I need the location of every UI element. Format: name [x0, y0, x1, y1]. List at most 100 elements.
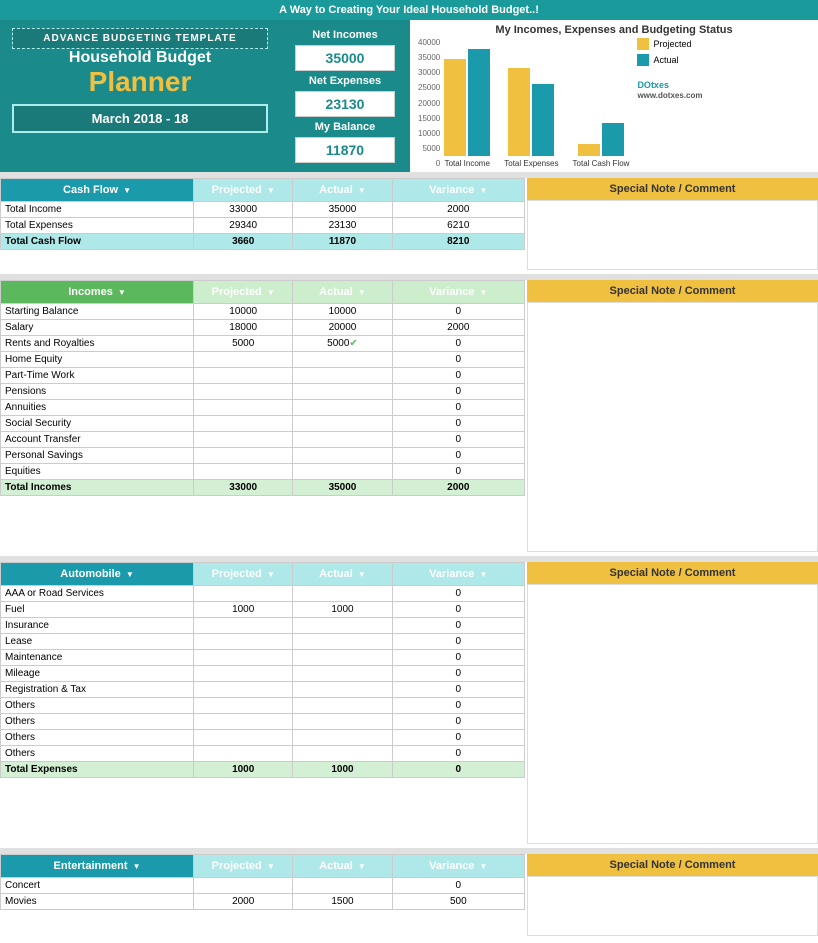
automobile-row: Registration & Tax 0: [1, 682, 525, 698]
automobile-projected-header[interactable]: Projected ▼: [194, 563, 293, 586]
cashflow-projected-2: 3660: [194, 234, 293, 250]
automobile-dropdown[interactable]: ▼: [126, 570, 134, 579]
incomes-variance-3: 0: [392, 352, 524, 368]
incomes-name-5: Pensions: [1, 384, 194, 400]
incomes-proj-dropdown[interactable]: ▼: [267, 288, 275, 297]
entertainment-variance-dropdown[interactable]: ▼: [480, 862, 488, 871]
incomes-variance-0: 0: [392, 304, 524, 320]
auto-actual-1: 1000: [293, 602, 392, 618]
incomes-name-7: Social Security: [1, 416, 194, 432]
incomes-name-6: Annuities: [1, 400, 194, 416]
auto-actual-3: [293, 634, 392, 650]
incomes-row: Equities 0: [1, 464, 525, 480]
ent-actual-1: 1500: [293, 894, 392, 910]
auto-total-actual: 1000: [293, 762, 392, 778]
cashflow-variance-dropdown[interactable]: ▼: [480, 186, 488, 195]
entertainment-section-header[interactable]: Entertainment ▼: [1, 855, 194, 878]
auto-variance-1: 0: [392, 602, 524, 618]
cashflow-section-header[interactable]: Cash Flow ▼: [1, 179, 194, 202]
entertainment-tbody: Concert 0 Movies 2000 1500 500: [1, 878, 525, 910]
incomes-section-header[interactable]: Incomes ▼: [1, 281, 194, 304]
incomes-row: Social Security 0: [1, 416, 525, 432]
chart-group-expenses: Total Expenses: [504, 68, 558, 168]
incomes-actual-7: [293, 416, 392, 432]
incomes-row: Part-Time Work 0: [1, 368, 525, 384]
incomes-actual-4: [293, 368, 392, 384]
incomes-name-10: Equities: [1, 464, 194, 480]
auto-variance-2: 0: [392, 618, 524, 634]
cashflow-table-section: Cash Flow ▼ Projected ▼ Actual ▼ Varianc…: [0, 178, 525, 270]
auto-variance-5: 0: [392, 666, 524, 682]
cashflow-actual-0: 35000: [293, 202, 392, 218]
incomes-projected-0: 10000: [194, 304, 293, 320]
cashflow-dropdown[interactable]: ▼: [123, 186, 131, 195]
incomes-actual-8: [293, 432, 392, 448]
auto-variance-0: 0: [392, 586, 524, 602]
cashflow-variance-0: 2000: [392, 202, 524, 218]
incomes-projected-5: [194, 384, 293, 400]
incomes-name-9: Personal Savings: [1, 448, 194, 464]
automobile-actual-header[interactable]: Actual ▼: [293, 563, 392, 586]
bar-income-projected: [444, 59, 466, 156]
chart-y-axis: 40000 35000 30000 25000 20000 15000 1000…: [418, 38, 444, 168]
auto-projected-8: [194, 714, 293, 730]
incomes-actual-6: [293, 400, 392, 416]
auto-actual-5: [293, 666, 392, 682]
automobile-variance-dropdown[interactable]: ▼: [480, 570, 488, 579]
planner-title: Planner: [12, 67, 268, 98]
auto-variance-4: 0: [392, 650, 524, 666]
cashflow-actual-dropdown[interactable]: ▼: [358, 186, 366, 195]
entertainment-actual-header[interactable]: Actual ▼: [293, 855, 392, 878]
automobile-proj-dropdown[interactable]: ▼: [267, 570, 275, 579]
entertainment-variance-header[interactable]: Variance ▼: [392, 855, 524, 878]
incomes-section-wrapper: Incomes ▼ Projected ▼ Actual ▼ Variance …: [0, 280, 818, 552]
entertainment-note-body: [527, 876, 818, 936]
bar-income-actual: [468, 49, 490, 156]
auto-name-4: Maintenance: [1, 650, 194, 666]
entertainment-actual-dropdown[interactable]: ▼: [358, 862, 366, 871]
automobile-row: Insurance 0: [1, 618, 525, 634]
dotxes-logo: DOtxes www.dotxes.com: [637, 80, 702, 100]
automobile-actual-dropdown[interactable]: ▼: [358, 570, 366, 579]
date-label: March 2018 - 18: [12, 104, 268, 133]
entertainment-proj-dropdown[interactable]: ▼: [267, 862, 275, 871]
automobile-section-header[interactable]: Automobile ▼: [1, 563, 194, 586]
chart-label-expenses: Total Expenses: [504, 159, 558, 168]
incomes-actual-9: [293, 448, 392, 464]
cashflow-projected-header[interactable]: Projected ▼: [194, 179, 293, 202]
cashflow-note-section: Special Note / Comment: [527, 178, 818, 270]
incomes-projected-8: [194, 432, 293, 448]
chart-group-cashflow: Total Cash Flow: [573, 123, 630, 168]
incomes-note-section: Special Note / Comment: [527, 280, 818, 552]
cashflow-actual-header[interactable]: Actual ▼: [293, 179, 392, 202]
entertainment-dropdown[interactable]: ▼: [133, 862, 141, 871]
incomes-projected-3: [194, 352, 293, 368]
incomes-projected-header[interactable]: Projected ▼: [194, 281, 293, 304]
incomes-dropdown[interactable]: ▼: [118, 288, 126, 297]
incomes-actual-header[interactable]: Actual ▼: [293, 281, 392, 304]
incomes-variance-header[interactable]: Variance ▼: [392, 281, 524, 304]
incomes-total-variance: 2000: [392, 480, 524, 496]
entertainment-header-row: Entertainment ▼ Projected ▼ Actual ▼ Var…: [1, 855, 525, 878]
legend-actual: Actual: [637, 54, 702, 66]
entertainment-note-section: Special Note / Comment: [527, 854, 818, 936]
auto-name-0: AAA or Road Services: [1, 586, 194, 602]
incomes-variance-dropdown[interactable]: ▼: [480, 288, 488, 297]
incomes-variance-6: 0: [392, 400, 524, 416]
entertainment-table-section: Entertainment ▼ Projected ▼ Actual ▼ Var…: [0, 854, 525, 936]
incomes-actual-dropdown[interactable]: ▼: [358, 288, 366, 297]
cashflow-proj-dropdown[interactable]: ▼: [267, 186, 275, 195]
cashflow-projected-1: 29340: [194, 218, 293, 234]
incomes-variance-9: 0: [392, 448, 524, 464]
auto-projected-1: 1000: [194, 602, 293, 618]
cashflow-tbody: Total Income 33000 35000 2000 Total Expe…: [1, 202, 525, 250]
chart-legend: Projected Actual DOtxes www.dotxes.com: [637, 38, 702, 100]
incomes-name-1: Salary: [1, 320, 194, 336]
cashflow-variance-header[interactable]: Variance ▼: [392, 179, 524, 202]
incomes-actual-2: 5000✔: [293, 336, 392, 352]
entertainment-projected-header[interactable]: Projected ▼: [194, 855, 293, 878]
top-banner: A Way to Creating Your Ideal Household B…: [0, 0, 818, 20]
net-incomes-value: 35000: [295, 45, 395, 71]
automobile-variance-header[interactable]: Variance ▼: [392, 563, 524, 586]
incomes-actual-1: 20000: [293, 320, 392, 336]
